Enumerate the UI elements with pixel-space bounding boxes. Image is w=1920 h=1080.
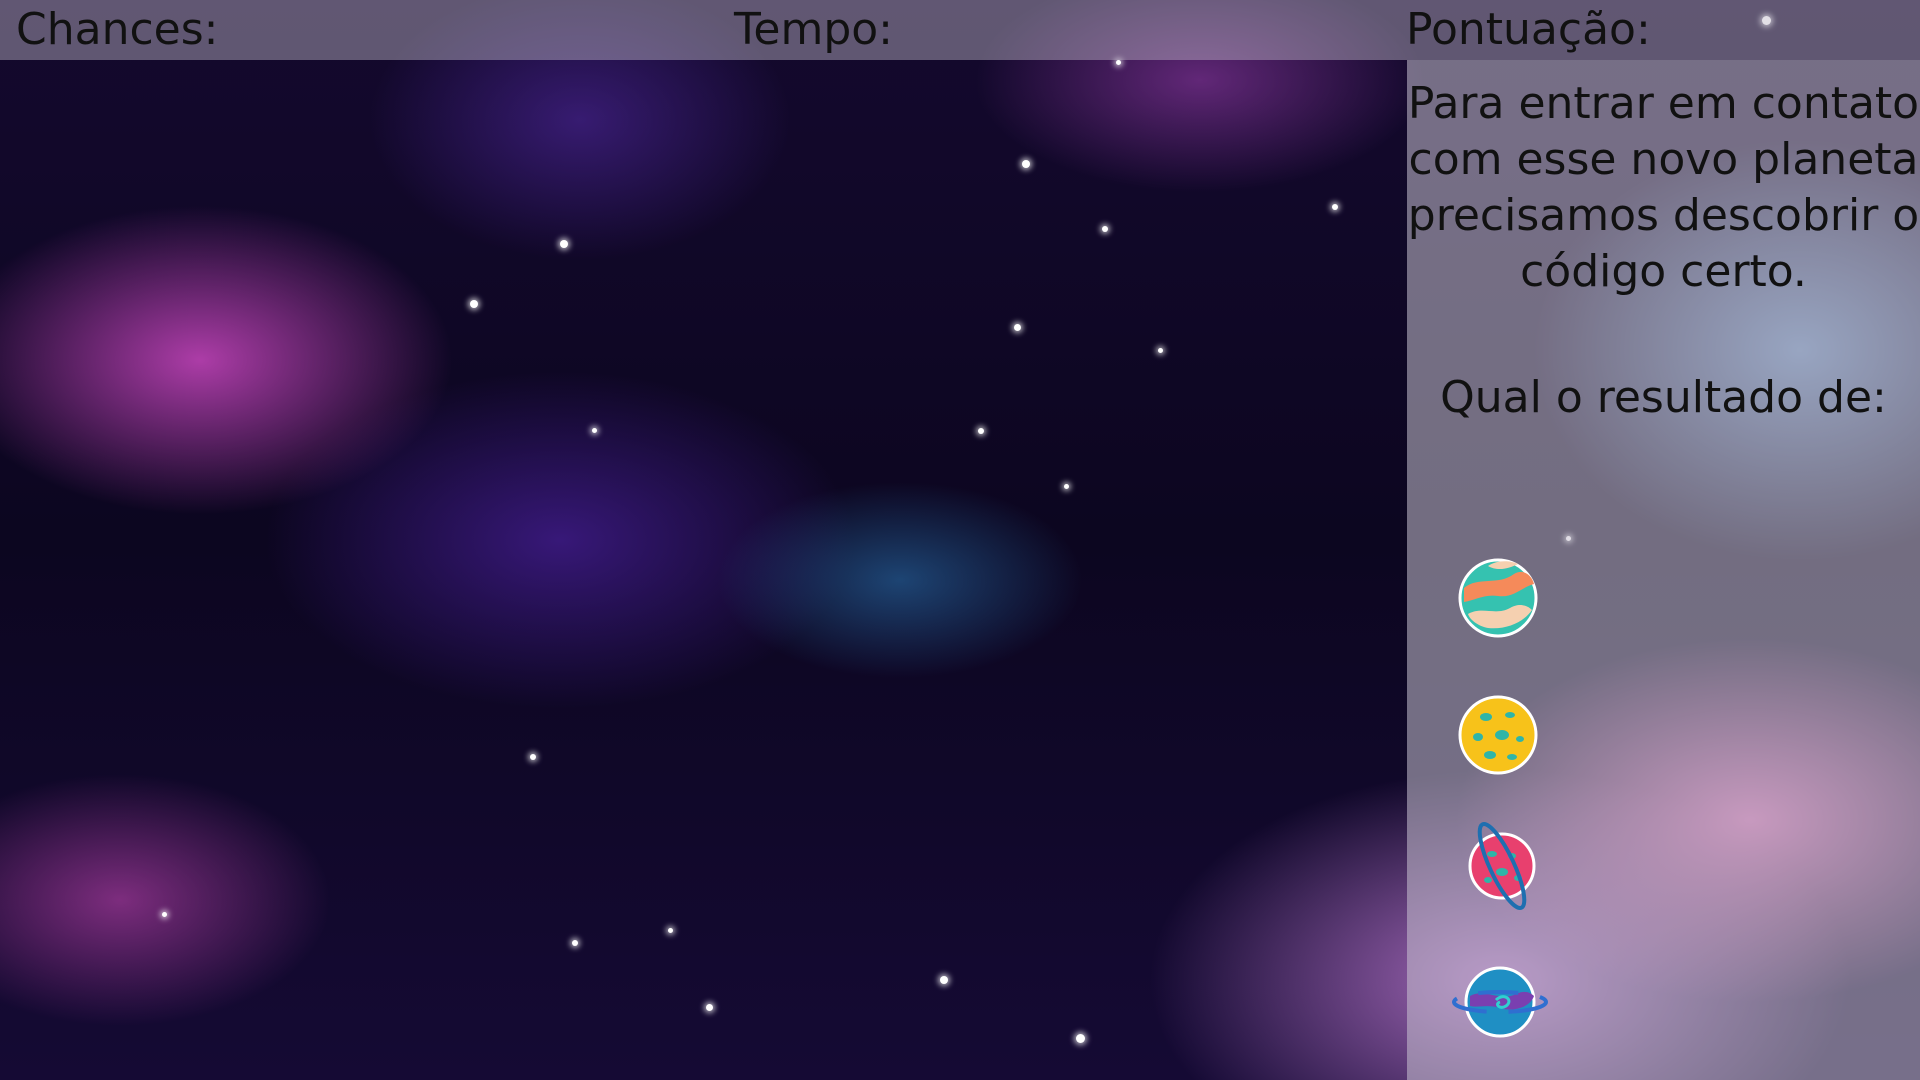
hud-bar: Chances: Tempo: Pontuação: <box>0 0 1920 60</box>
star <box>470 300 478 308</box>
star <box>978 428 984 434</box>
score-label: Pontuação: <box>1406 4 1651 55</box>
star <box>530 754 536 760</box>
time-label: Tempo: <box>734 4 894 55</box>
star <box>1102 226 1108 232</box>
ringed-blue-planet-icon[interactable] <box>1452 962 1548 1042</box>
swirl-planet-icon[interactable] <box>1458 558 1538 638</box>
star <box>706 1004 713 1011</box>
star <box>592 428 597 433</box>
star <box>668 928 673 933</box>
star <box>1158 348 1163 353</box>
star <box>560 240 568 248</box>
star <box>1064 484 1069 489</box>
chances-label: Chances: <box>16 4 219 55</box>
star <box>1116 60 1121 65</box>
ringed-pink-planet-icon[interactable] <box>1462 822 1542 910</box>
star <box>1332 204 1338 210</box>
instructions-text: Para entrar em contato com esse novo pla… <box>1407 78 1920 297</box>
star <box>572 940 578 946</box>
star <box>162 912 167 917</box>
question-label: Qual o resultado de: <box>1440 372 1887 423</box>
star <box>1014 324 1021 331</box>
crater-moon-icon[interactable] <box>1458 695 1538 775</box>
star <box>1022 160 1030 168</box>
game-stage: Chances: Tempo: Pontuação: Para entrar e… <box>0 0 1920 1080</box>
star <box>940 976 948 984</box>
star <box>1076 1034 1085 1043</box>
